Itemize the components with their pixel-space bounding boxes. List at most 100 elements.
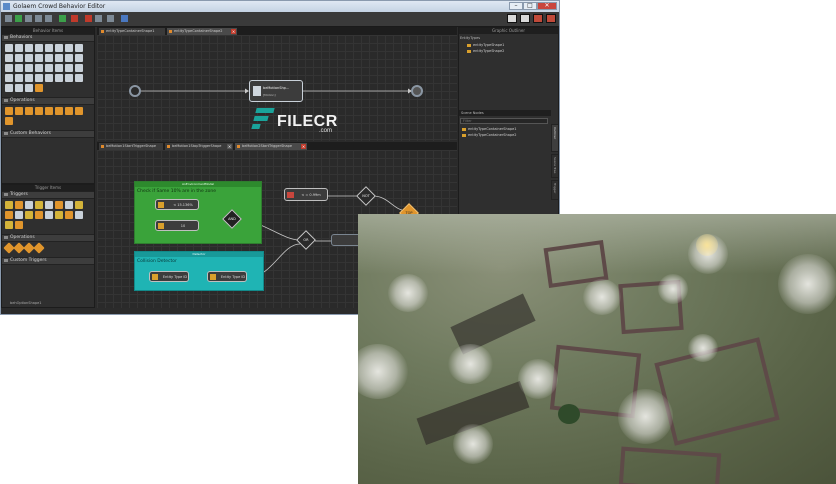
grid-behavior-icon[interactable] [35,84,43,92]
rotate-behavior-icon[interactable] [5,84,13,92]
random-op-icon[interactable] [45,107,53,115]
trigger-population-icon[interactable] [65,211,73,219]
section-custom-behaviors[interactable]: Custom Behaviors [2,130,94,138]
trigger-animation-icon[interactable] [15,211,23,219]
side-tab-outliner[interactable]: Outliner [551,124,558,152]
kneel-behavior-icon[interactable] [15,64,23,72]
avoid-behavior-icon[interactable] [65,64,73,72]
count-trigger-node[interactable]: 10 [155,220,199,231]
section-custom-triggers[interactable]: Custom Triggers [2,257,94,265]
view-record-icon[interactable] [533,14,543,23]
zoom-fit-icon[interactable] [107,15,114,22]
trigger-collision-icon[interactable] [5,211,13,219]
delete-icon[interactable] [71,15,78,22]
entity-type-node-2[interactable]: Entity Type ID [207,271,247,282]
end-node[interactable] [411,85,423,97]
trigger-formation-icon[interactable] [75,211,83,219]
xor-op-icon[interactable] [33,242,45,254]
paste-icon[interactable] [59,15,66,22]
trigger-entity-icon[interactable] [55,211,63,219]
follow-behavior-icon[interactable] [55,64,63,72]
idle-behavior-icon[interactable] [45,44,53,52]
run-behavior-icon[interactable] [15,44,23,52]
clock-op-icon[interactable] [75,107,83,115]
entity-type-item-2[interactable]: entityTypeShape2 [465,49,504,53]
dance-behavior-icon[interactable] [65,54,73,62]
navigation-behavior-icon[interactable] [25,64,33,72]
close-tab-icon[interactable]: × [301,144,306,149]
condition-group-box[interactable]: AnEnvironmentModel Check if Same 10% are… [134,181,262,244]
view-split-icon[interactable] [520,14,530,23]
new-icon[interactable] [5,15,12,22]
motion-node[interactable]: beMotionShp... [Motion] [249,80,303,102]
open-icon[interactable] [15,15,22,22]
animate-behavior-icon[interactable] [25,84,33,92]
stop-icon[interactable] [85,15,92,22]
save-icon[interactable] [25,15,32,22]
view-single-icon[interactable] [507,14,517,23]
detector-group-box[interactable]: Detector Collision Detector Entity Type … [134,251,264,291]
trigger-distance-icon[interactable] [25,201,33,209]
behavior-graph-canvas[interactable]: beMotionShp... [Motion] FILECR .com [97,35,457,141]
loop-op-icon[interactable] [25,107,33,115]
close-button[interactable]: ✕ [537,2,557,10]
trigger-sound-icon[interactable] [45,211,53,219]
view-capture-icon[interactable] [546,14,556,23]
walk-behavior-icon[interactable] [5,44,13,52]
climb-behavior-icon[interactable] [5,54,13,62]
group-behavior-icon[interactable] [45,74,53,82]
flee-behavior-icon[interactable] [45,64,53,72]
sit-behavior-icon[interactable] [55,44,63,52]
trigger-ground-icon[interactable] [25,211,33,219]
section-operations[interactable]: Operations [2,97,94,105]
ground-behavior-icon[interactable] [65,74,73,82]
physics-behavior-icon[interactable] [75,64,83,72]
push-behavior-icon[interactable] [35,54,43,62]
branch-op-icon[interactable] [35,107,43,115]
section-behaviors[interactable]: Behaviors [2,34,94,42]
maximize-button[interactable]: □ [523,2,537,10]
cut-icon[interactable] [35,15,42,22]
tab-motion1-start-trigger[interactable]: beMotion1StartTriggerShape [99,143,163,150]
tab-motion2-start-trigger[interactable]: beMotion2StartTriggerShape × [235,143,307,150]
trigger-random-icon[interactable] [55,201,63,209]
trigger-zone-icon[interactable] [35,201,43,209]
parallel-op-icon[interactable] [15,107,23,115]
side-tab-trigger[interactable]: Trigger [551,180,558,200]
layout-icon[interactable] [121,15,128,22]
close-tab-icon[interactable]: × [231,29,236,34]
jump-behavior-icon[interactable] [25,44,33,52]
close-tab-icon[interactable]: × [227,144,232,149]
align-behavior-icon[interactable] [15,84,23,92]
undo-icon[interactable] [95,15,102,22]
point-behavior-icon[interactable] [5,64,13,72]
speed-behavior-icon[interactable] [75,74,83,82]
fall-behavior-icon[interactable] [15,54,23,62]
throw-behavior-icon[interactable] [55,54,63,62]
fight-behavior-icon[interactable] [35,44,43,52]
start-node[interactable] [129,85,141,97]
trigger-direction-icon[interactable] [15,221,23,229]
look-behavior-icon[interactable] [75,54,83,62]
wait-op-icon[interactable] [65,107,73,115]
goto-behavior-icon[interactable] [35,64,43,72]
scene-node-item-2[interactable]: entityTypeContainerShape2 [460,133,517,137]
trigger-look-icon[interactable] [35,211,43,219]
blend-behavior-icon[interactable] [15,74,23,82]
tab-motion1-stop-trigger[interactable]: beMotion1StopTriggerShape × [165,143,233,150]
section-triggers[interactable]: Triggers [2,191,94,199]
trigger-event-icon[interactable] [75,201,83,209]
trigger-clock-icon[interactable] [15,201,23,209]
condition-op-icon[interactable] [55,107,63,115]
minimize-button[interactable]: – [509,2,523,10]
pull-behavior-icon[interactable] [45,54,53,62]
entity-type-node-1[interactable]: Entity Type ID [149,271,189,282]
trigger-timer-icon[interactable] [5,201,13,209]
side-tab-scene-tree[interactable]: Scene Tree [551,154,558,178]
tab-entity-container-1[interactable]: entityTypeContainerShape1 [99,28,165,35]
section-trigger-operations[interactable]: Operations [2,234,94,242]
formation-behavior-icon[interactable] [35,74,43,82]
ragdoll-behavior-icon[interactable] [5,74,13,82]
percentage-trigger-node[interactable]: < 15.136% [155,199,199,210]
trigger-goal-icon[interactable] [5,221,13,229]
